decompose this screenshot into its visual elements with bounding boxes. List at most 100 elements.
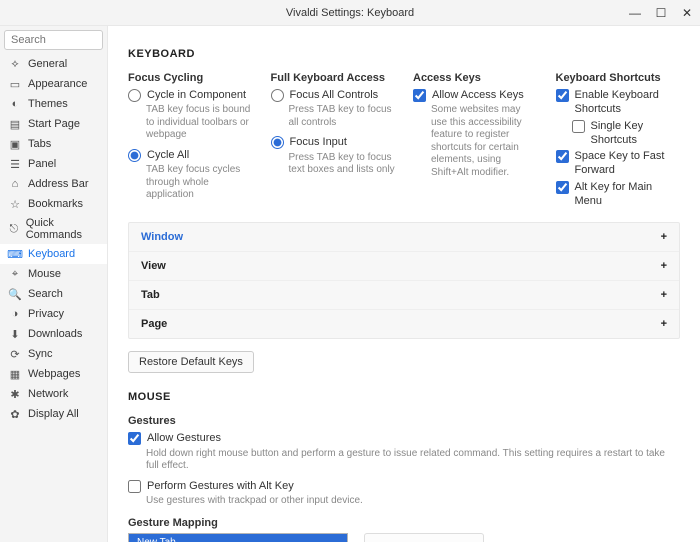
sidebar-item-webpages[interactable]: ▦Webpages: [0, 364, 107, 384]
keyboard-heading: KEYBOARD: [128, 48, 680, 60]
cycle-in-component-label: Cycle in Component: [147, 88, 246, 102]
webpages-icon: ▦: [8, 367, 22, 381]
sidebar-item-label: Mouse: [28, 268, 61, 280]
sidebar-item-sync[interactable]: ⟳ Sync: [0, 344, 107, 364]
sidebar-item-label: General: [28, 58, 67, 70]
focus-input-radio[interactable]: [271, 136, 284, 149]
focus-cycling-group: Focus Cycling Cycle in Component TAB key…: [128, 72, 253, 210]
minimize-button[interactable]: —: [626, 6, 644, 20]
bookmarks-icon: ☆: [8, 197, 22, 211]
category-label: Tab: [141, 289, 160, 301]
gesture-item[interactable]: New Tab: [129, 534, 347, 542]
category-label: Page: [141, 318, 167, 330]
sidebar: ⟡ General ▭Appearance ◐ Themes ▤Start Page ▣ Ta…: [0, 26, 108, 542]
shortcut-category-tab[interactable]: Tab +: [129, 281, 679, 310]
sidebar-item-label: Panel: [28, 158, 56, 170]
keyboard-shortcuts-group: Keyboard Shortcuts Enable Keyboard Short…: [556, 72, 681, 210]
sidebar-item-label: Sync: [28, 348, 52, 360]
focus-input-desc: Press TAB key to focus text boxes and li…: [289, 152, 396, 177]
sidebar-item-general[interactable]: ⟡ General: [0, 54, 107, 74]
sidebar-item-appearance[interactable]: ▭Appearance: [0, 74, 107, 94]
allow-gestures-checkbox[interactable]: [128, 432, 141, 445]
focus-all-controls-desc: Press TAB key to focus all controls: [289, 104, 396, 129]
gestures-alt-desc: Use gestures with trackpad or other inpu…: [146, 495, 680, 508]
alt-main-menu-checkbox[interactable]: [556, 181, 569, 194]
address-bar-icon: ⌂: [8, 177, 22, 191]
downloads-icon: ⬇: [8, 327, 22, 341]
network-icon: ✱: [8, 387, 22, 401]
shortcut-category-window[interactable]: Window+: [129, 223, 679, 252]
alt-main-menu-label: Alt Key for Main Menu: [575, 180, 681, 209]
allow-gestures-label: Allow Gestures: [147, 431, 221, 445]
gestures-alt-label: Perform Gestures with Alt Key: [147, 479, 294, 493]
sidebar-item-quick-commands[interactable]: ⎋Quick Commands: [0, 214, 107, 244]
shortcut-category-view[interactable]: View+: [129, 252, 679, 281]
sidebar-item-address-bar[interactable]: ⌂Address Bar: [0, 174, 107, 194]
cycle-all-desc: TAB key focus cycles through whole appli…: [146, 164, 253, 202]
sidebar-item-search[interactable]: 🔍Search: [0, 284, 107, 304]
gesture-preview: [364, 533, 484, 542]
single-key-label: Single Key Shortcuts: [591, 119, 681, 148]
allow-access-keys-label: Allow Access Keys: [432, 88, 524, 102]
access-keys-group: Access Keys Allow Access Keys Some websi…: [413, 72, 538, 210]
sidebar-item-label: Downloads: [28, 328, 82, 340]
content: KEYBOARD Focus Cycling Cycle in Componen…: [108, 26, 700, 542]
window-title: Vivaldi Settings: Keyboard: [286, 7, 414, 19]
sidebar-item-mouse[interactable]: ⌖ Mouse: [0, 264, 107, 284]
focus-all-controls-label: Focus All Controls: [290, 88, 379, 102]
focus-all-controls-radio[interactable]: [271, 89, 284, 102]
sidebar-item-panel[interactable]: ☰ Panel: [0, 154, 107, 174]
full-keyboard-heading: Full Keyboard Access: [271, 72, 396, 84]
sidebar-item-label: Tabs: [28, 138, 51, 150]
restore-default-keys-button[interactable]: Restore Default Keys: [128, 351, 254, 373]
access-keys-heading: Access Keys: [413, 72, 538, 84]
sync-icon: ⟳: [8, 347, 22, 361]
allow-access-keys-desc: Some websites may use this accessibility…: [431, 104, 538, 179]
start-page-icon: ▤: [8, 117, 22, 131]
general-icon: ⟡: [8, 57, 22, 71]
space-fast-forward-checkbox[interactable]: [556, 150, 569, 163]
sidebar-item-display-all[interactable]: ✿Display All: [0, 404, 107, 424]
search-container: [4, 30, 103, 50]
sidebar-item-label: Appearance: [28, 78, 87, 90]
sidebar-item-label: Themes: [28, 98, 68, 110]
sidebar-item-downloads[interactable]: ⬇ Downloads: [0, 324, 107, 344]
sidebar-item-keyboard[interactable]: ⌨Keyboard: [0, 244, 107, 264]
sidebar-nav: ⟡ General ▭Appearance ◐ Themes ▤Start Page ▣ Ta…: [0, 54, 107, 542]
maximize-button[interactable]: ☐: [652, 6, 670, 20]
themes-icon: ◐: [8, 97, 22, 111]
gestures-alt-checkbox[interactable]: [128, 480, 141, 493]
sidebar-item-network[interactable]: ✱ Network: [0, 384, 107, 404]
sidebar-item-privacy[interactable]: ◑Privacy: [0, 304, 107, 324]
cycle-all-radio[interactable]: [128, 149, 141, 162]
sidebar-item-bookmarks[interactable]: ☆ Bookmarks: [0, 194, 107, 214]
close-button[interactable]: ✕: [678, 6, 696, 20]
enable-shortcuts-label: Enable Keyboard Shortcuts: [575, 88, 681, 117]
expand-icon: +: [661, 260, 667, 272]
allow-access-keys-checkbox[interactable]: [413, 89, 426, 102]
shortcut-categories: Window+View+Tab+Page+: [128, 222, 680, 339]
cycle-in-component-desc: TAB key focus is bound to individual too…: [146, 104, 253, 142]
keyboard-shortcuts-heading: Keyboard Shortcuts: [556, 72, 681, 84]
cycle-all-label: Cycle All: [147, 148, 189, 162]
shortcut-category-page[interactable]: Page+: [129, 310, 679, 338]
sidebar-item-label: Bookmarks: [28, 198, 83, 210]
tabs-icon: ▣: [8, 137, 22, 151]
sidebar-item-themes[interactable]: ◐ Themes: [0, 94, 107, 114]
expand-icon: +: [661, 289, 667, 301]
enable-shortcuts-checkbox[interactable]: [556, 89, 569, 102]
mouse-heading: MOUSE: [128, 391, 680, 403]
sidebar-item-label: Network: [28, 388, 68, 400]
window-controls: — ☐ ✕: [626, 0, 696, 26]
titlebar: Vivaldi Settings: Keyboard — ☐ ✕: [0, 0, 700, 26]
cycle-in-component-radio[interactable]: [128, 89, 141, 102]
sidebar-item-start-page[interactable]: ▤Start Page: [0, 114, 107, 134]
panel-icon: ☰: [8, 157, 22, 171]
search-input[interactable]: [4, 30, 103, 50]
single-key-checkbox[interactable]: [572, 120, 585, 133]
sidebar-item-tabs[interactable]: ▣ Tabs: [0, 134, 107, 154]
focus-input-label: Focus Input: [290, 135, 347, 149]
mouse-icon: ⌖: [8, 267, 22, 281]
gesture-mapping-list[interactable]: New TabNew Background TabClose TabReopen…: [128, 533, 348, 542]
category-label: Window: [141, 231, 183, 243]
